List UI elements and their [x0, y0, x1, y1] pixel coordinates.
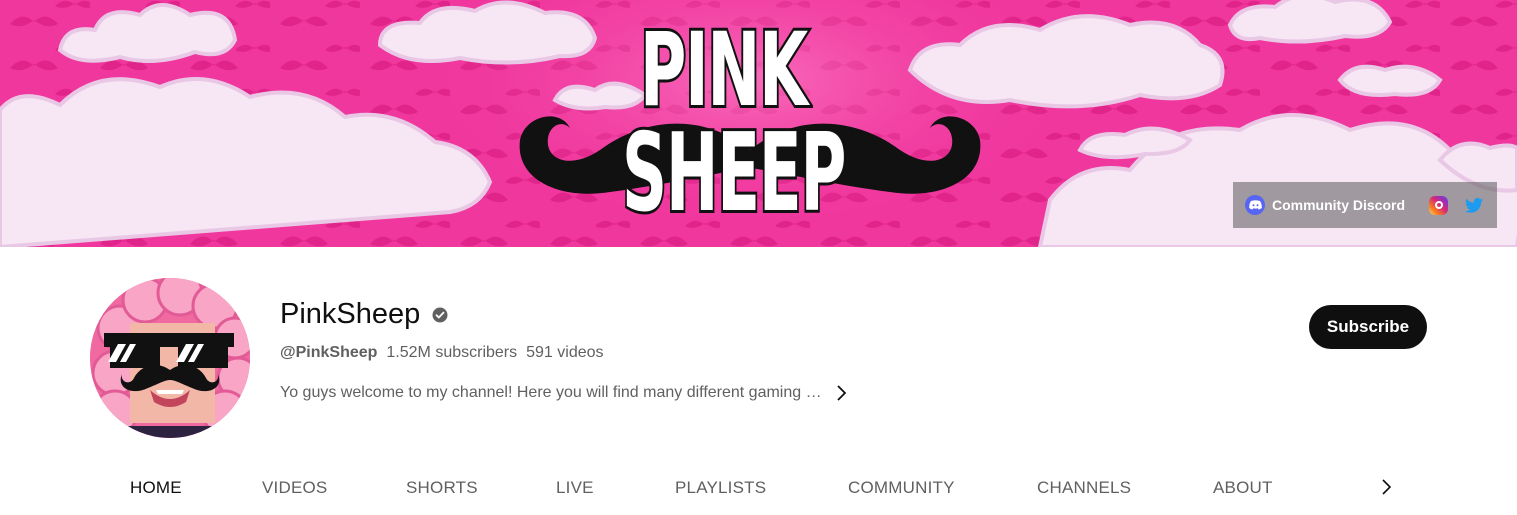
channel-name: PinkSheep: [280, 298, 421, 330]
tab-shorts[interactable]: SHORTS: [406, 478, 478, 498]
channel-description[interactable]: Yo guys welcome to my channel! Here you …: [280, 384, 846, 402]
channel-handle: @PinkSheep: [280, 344, 378, 361]
channel-banner: PINK SHEEP Community Discord: [0, 0, 1517, 247]
discord-icon: [1245, 195, 1265, 215]
channel-description-text: Yo guys welcome to my channel! Here you …: [280, 384, 822, 401]
verified-badge-icon: [432, 307, 448, 323]
chevron-right-icon: [836, 385, 846, 401]
avatar-image: [90, 278, 250, 438]
channel-avatar[interactable]: [90, 278, 250, 438]
subscribe-button[interactable]: Subscribe: [1309, 305, 1427, 349]
twitter-icon[interactable]: [1465, 197, 1484, 213]
tab-community[interactable]: COMMUNITY: [848, 478, 955, 498]
tabs-next-chevron-icon[interactable]: [1380, 478, 1392, 501]
discord-link-label: Community Discord: [1272, 197, 1406, 213]
channel-tabs: HOME VIDEOS SHORTS LIVE PLAYLISTS COMMUN…: [0, 470, 1517, 510]
tab-home[interactable]: HOME: [130, 478, 182, 498]
tab-channels[interactable]: CHANNELS: [1037, 478, 1131, 498]
tab-videos[interactable]: VIDEOS: [262, 478, 327, 498]
channel-meta: @PinkSheep 1.52M subscribers 591 videos: [280, 344, 604, 362]
channel-name-row: PinkSheep: [280, 298, 448, 331]
tab-about[interactable]: ABOUT: [1213, 478, 1273, 498]
discord-link[interactable]: Community Discord: [1245, 195, 1405, 215]
tab-playlists[interactable]: PLAYLISTS: [675, 478, 766, 498]
video-count: 591 videos: [526, 344, 604, 361]
subscriber-count: 1.52M subscribers: [386, 344, 518, 361]
tabs-fade: [1320, 470, 1380, 510]
tab-live[interactable]: LIVE: [556, 478, 594, 498]
banner-links: Community Discord: [1233, 182, 1497, 228]
instagram-icon[interactable]: [1429, 195, 1449, 215]
